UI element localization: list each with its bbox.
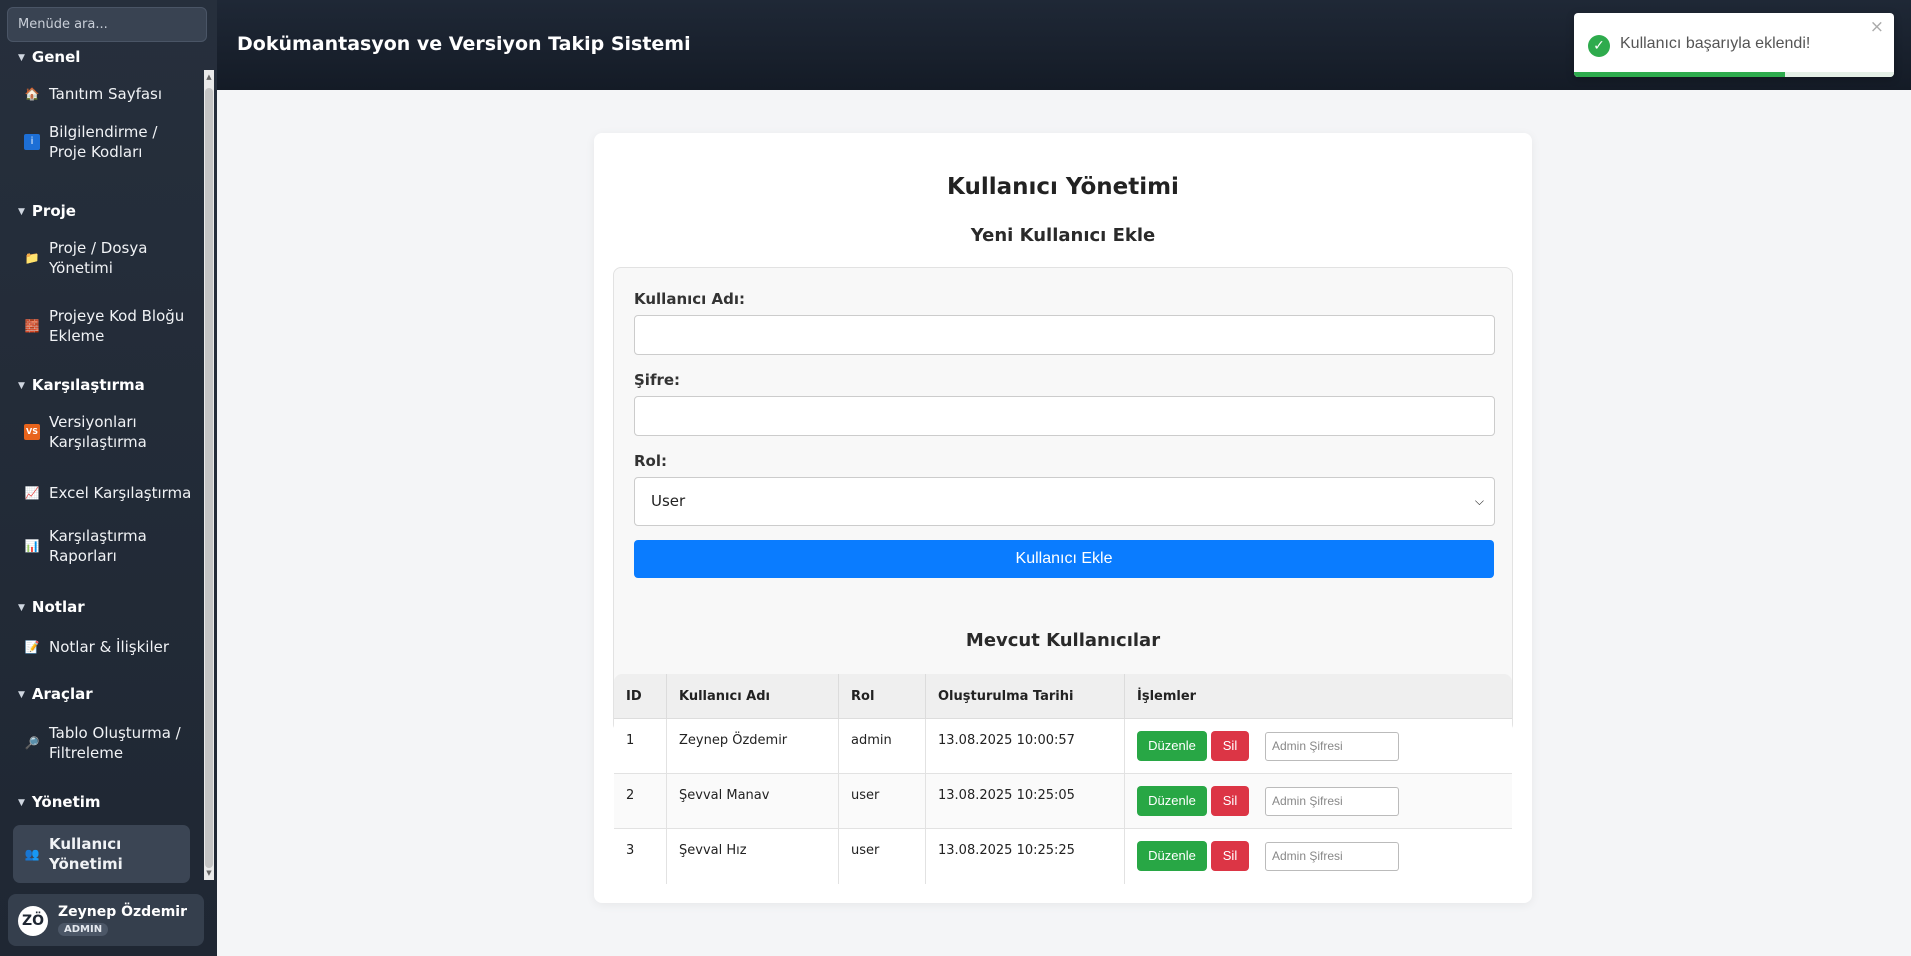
table-header: ID Kullanıcı Adı Rol Oluşturulma Tarihi … xyxy=(614,674,1512,719)
users-table: ID Kullanıcı Adı Rol Oluşturulma Tarihi … xyxy=(614,674,1512,884)
username-label: Kullanıcı Adı: xyxy=(634,290,746,308)
caret-down-icon: ▼ xyxy=(18,381,25,391)
user-management-card: Kullanıcı Yönetimi Yeni Kullanıcı Ekle K… xyxy=(594,133,1532,903)
menu-search-input[interactable]: Menüde ara... xyxy=(7,7,207,42)
page-header-title: Dokümantasyon ve Versiyon Takip Sistemi xyxy=(237,33,691,55)
cell-role: user xyxy=(839,829,926,884)
table-row: 1 Zeynep Özdemir admin 13.08.2025 10:00:… xyxy=(614,719,1512,774)
users-icon: 👥 xyxy=(24,847,40,861)
cell-role: user xyxy=(839,774,926,829)
password-input[interactable] xyxy=(634,396,1495,436)
vs-icon: VS xyxy=(24,424,40,440)
toast-progress-bar xyxy=(1574,72,1786,77)
caret-down-icon: ▼ xyxy=(18,53,25,63)
cell-username: Şevval Hız xyxy=(667,829,839,884)
section-proje[interactable]: ▼ Proje xyxy=(18,202,76,220)
role-label: Rol: xyxy=(634,452,667,470)
admin-password-input[interactable]: Admin Şifresi xyxy=(1265,842,1399,871)
cell-actions: Düzenle Sil Admin Şifresi xyxy=(1125,719,1512,774)
sidebar-item-bilgilendirme[interactable]: i Bilgilendirme / Proje Kodları xyxy=(24,116,194,168)
chart-up-icon: 📈 xyxy=(24,486,40,500)
magnifier-icon: 🔎 xyxy=(24,736,40,750)
sidebar-item-notlar[interactable]: 📝 Notlar & İlişkiler xyxy=(24,630,194,664)
delete-button[interactable]: Sil xyxy=(1211,786,1249,816)
cell-actions: Düzenle Sil Admin Şifresi xyxy=(1125,829,1512,884)
user-name: Zeynep Özdemir xyxy=(58,904,187,920)
sidebar-item-kullanici[interactable]: 👥 Kullanıcı Yönetimi xyxy=(13,825,190,883)
brick-icon: 🧱 xyxy=(24,319,40,333)
scroll-up-icon[interactable]: ▲ xyxy=(204,70,214,84)
form-title: Yeni Kullanıcı Ekle xyxy=(970,225,1156,246)
table-row: 3 Şevval Hız user 13.08.2025 10:25:25 Dü… xyxy=(614,829,1512,884)
edit-button[interactable]: Düzenle xyxy=(1137,731,1207,761)
role-select-value: User xyxy=(651,492,686,510)
scroll-down-icon[interactable]: ▼ xyxy=(204,866,214,880)
toast-message: Kullanıcı başarıyla eklendi! xyxy=(1620,35,1811,52)
delete-button[interactable]: Sil xyxy=(1211,841,1249,871)
col-role: Rol xyxy=(839,674,926,719)
close-icon[interactable]: × xyxy=(1870,17,1884,37)
cell-created: 13.08.2025 10:25:25 xyxy=(926,829,1125,884)
admin-password-input[interactable]: Admin Şifresi xyxy=(1265,732,1399,761)
col-created: Oluşturulma Tarihi xyxy=(926,674,1125,719)
cell-id: 1 xyxy=(614,719,667,774)
delete-button[interactable]: Sil xyxy=(1211,731,1249,761)
memo-icon: 📝 xyxy=(24,640,40,654)
add-user-form: Kullanıcı Adı: Şifre: Rol: User ⌵ Kullan… xyxy=(613,267,1513,732)
folder-icon: 📁 xyxy=(24,251,40,265)
sidebar-item-excel[interactable]: 📈 Excel Karşılaştırma xyxy=(24,476,194,510)
cell-username: Zeynep Özdemir xyxy=(667,719,839,774)
info-icon: i xyxy=(24,134,40,150)
col-username: Kullanıcı Adı xyxy=(667,674,839,719)
sidebar-scrollbar[interactable]: ▲ ▼ xyxy=(204,70,214,880)
cell-role: admin xyxy=(839,719,926,774)
sidebar: Menüde ara... ▼ Genel 🏠 Tanıtım Sayfası iB… xyxy=(0,0,217,956)
cell-created: 13.08.2025 10:00:57 xyxy=(926,719,1125,774)
chevron-down-icon: ⌵ xyxy=(1474,494,1484,508)
scroll-thumb[interactable] xyxy=(205,88,213,868)
section-karsilastirma[interactable]: ▼ Karşılaştırma xyxy=(18,376,145,394)
sidebar-item-versiyonlar[interactable]: VS Versiyonları Karşılaştırma xyxy=(24,406,194,458)
home-icon: 🏠 xyxy=(24,87,40,101)
cell-created: 13.08.2025 10:25:05 xyxy=(926,774,1125,829)
cell-username: Şevval Manav xyxy=(667,774,839,829)
section-genel[interactable]: ▼ Genel xyxy=(18,48,80,66)
admin-password-input[interactable]: Admin Şifresi xyxy=(1265,787,1399,816)
user-role-badge: ADMIN xyxy=(58,923,109,936)
sidebar-menu: ▼ Genel 🏠 Tanıtım Sayfası i Bilgilendirme /… xyxy=(0,44,204,884)
sidebar-item-kod-blogu[interactable]: 🧱 Projeye Kod Bloğu Ekleme xyxy=(24,300,194,352)
cell-actions: Düzenle Sil Admin Şifresi xyxy=(1125,774,1512,829)
caret-down-icon: ▼ xyxy=(18,798,25,808)
success-toast: ✓ Kullanıcı başarıyla eklendi! × xyxy=(1574,13,1894,77)
sidebar-item-proje-dosya[interactable]: 📁 Proje / Dosya Yönetimi xyxy=(24,232,194,284)
sidebar-item-tablo[interactable]: 🔎 Tablo Oluşturma / Filtreleme xyxy=(24,717,194,769)
section-araclar[interactable]: ▼ Araçlar xyxy=(18,685,93,703)
page-title: Kullanıcı Yönetimi xyxy=(947,174,1179,200)
edit-button[interactable]: Düzenle xyxy=(1137,786,1207,816)
cell-id: 2 xyxy=(614,774,667,829)
add-user-button[interactable]: Kullanıcı Ekle xyxy=(634,540,1494,578)
users-list-title: Mevcut Kullanıcılar xyxy=(965,630,1161,651)
col-actions: İşlemler xyxy=(1137,689,1197,704)
caret-down-icon: ▼ xyxy=(18,207,25,217)
sidebar-item-raporlar[interactable]: 📊 Karşılaştırma Raporları xyxy=(24,520,194,572)
caret-down-icon: ▼ xyxy=(18,603,25,613)
col-id: ID xyxy=(614,674,667,719)
password-label: Şifre: xyxy=(634,371,681,389)
check-circle-icon: ✓ xyxy=(1588,35,1610,57)
username-input[interactable] xyxy=(634,315,1495,355)
section-notlar[interactable]: ▼ Notlar xyxy=(18,598,85,616)
table-row: 2 Şevval Manav user 13.08.2025 10:25:05 … xyxy=(614,774,1512,829)
avatar: ZÖ xyxy=(18,906,48,936)
cell-id: 3 xyxy=(614,829,667,884)
caret-down-icon: ▼ xyxy=(18,690,25,700)
bar-chart-icon: 📊 xyxy=(24,539,40,553)
sidebar-item-tanitim[interactable]: 🏠 Tanıtım Sayfası xyxy=(24,74,194,114)
user-card[interactable]: ZÖ Zeynep Özdemir ADMIN xyxy=(8,894,204,946)
edit-button[interactable]: Düzenle xyxy=(1137,841,1207,871)
section-yonetim[interactable]: ▼ Yönetim xyxy=(18,793,101,811)
role-select[interactable]: User ⌵ xyxy=(634,477,1495,526)
